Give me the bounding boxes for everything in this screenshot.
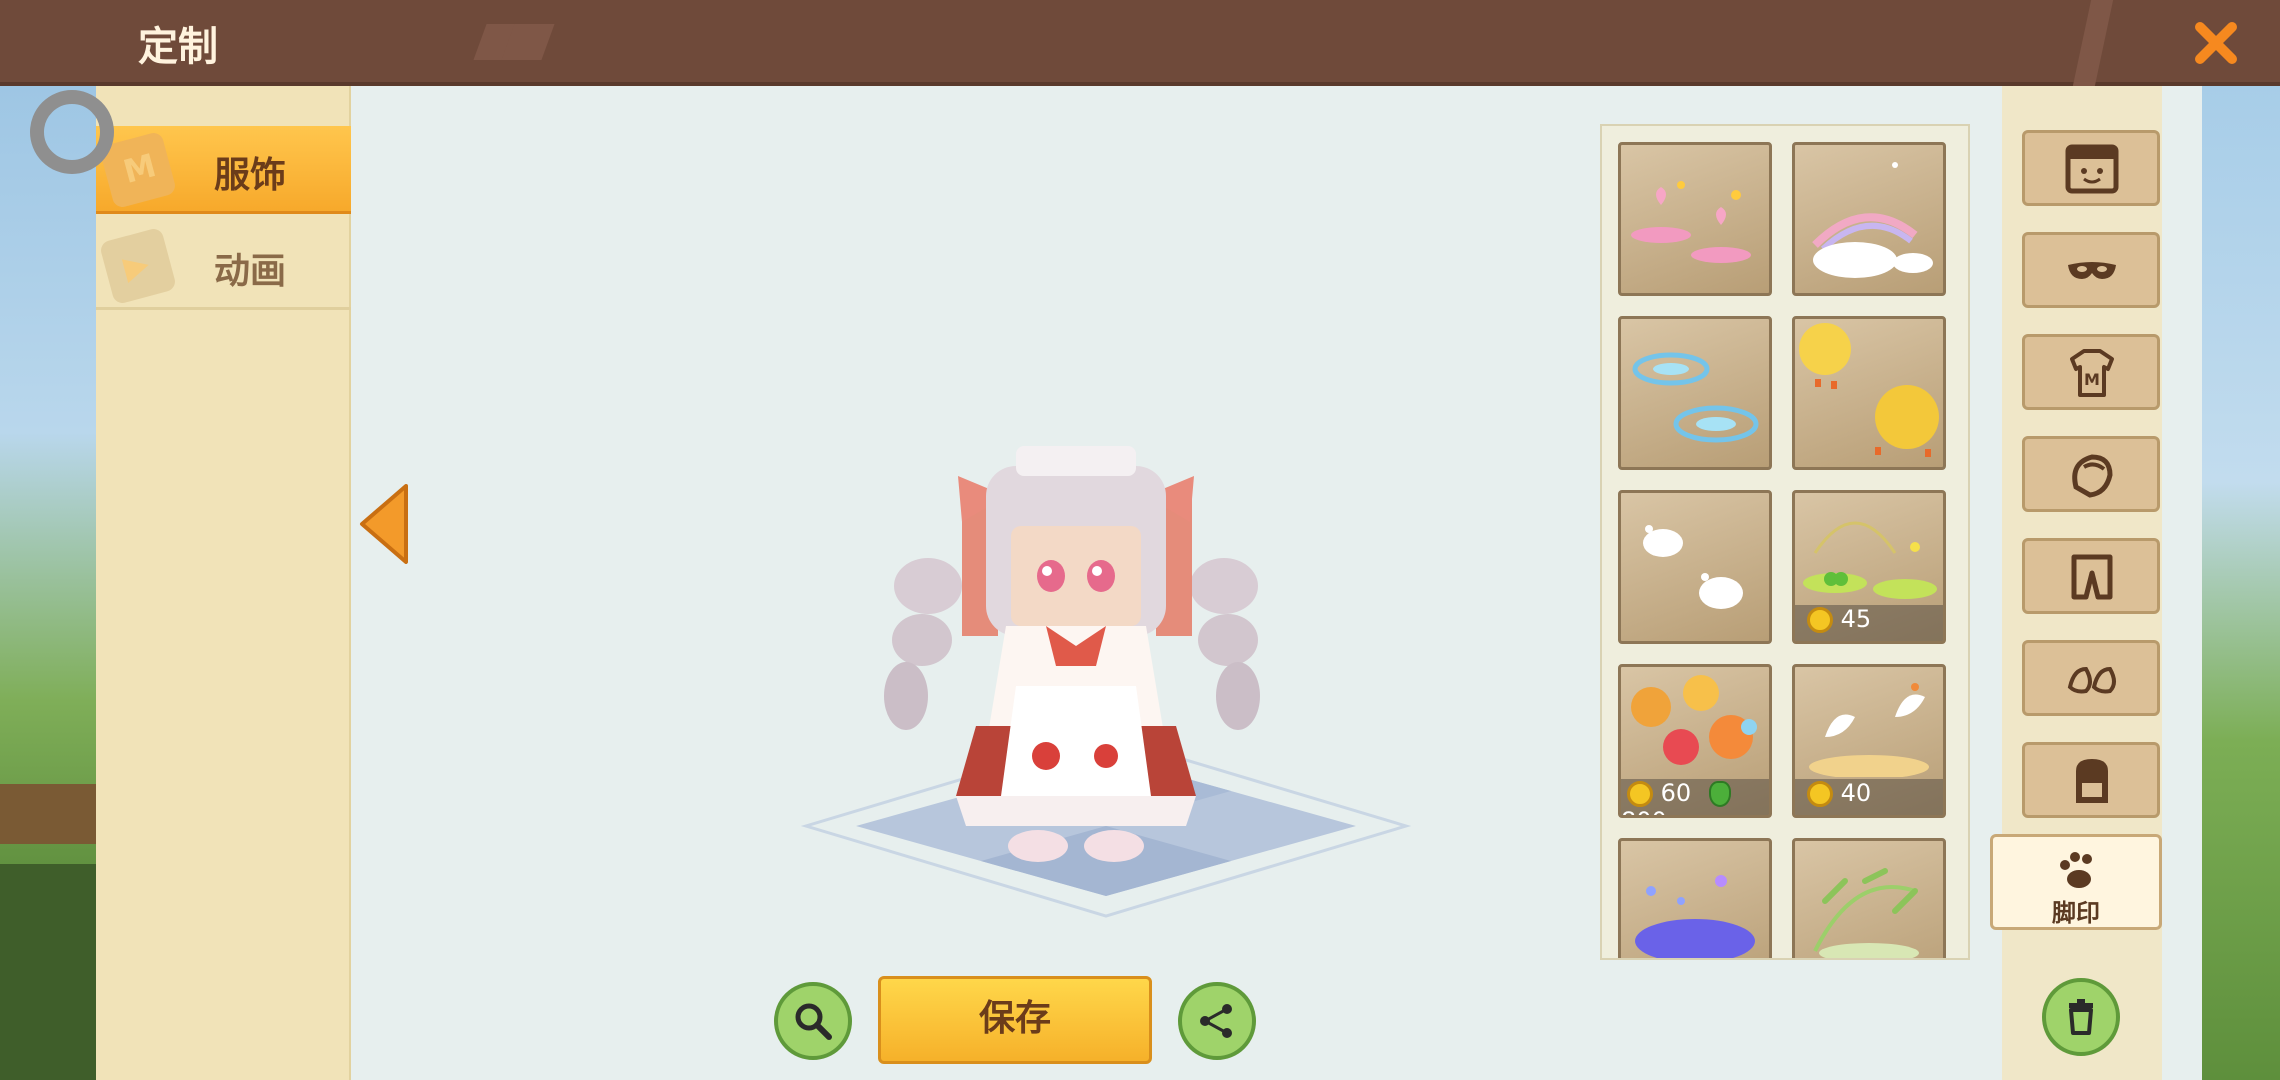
item-price: 60 800 bbox=[1621, 779, 1769, 815]
svg-text:M: M bbox=[2084, 370, 2100, 389]
trash-icon bbox=[2069, 999, 2093, 1035]
full-moon-icon bbox=[1799, 323, 1939, 457]
category-pants[interactable] bbox=[2022, 538, 2160, 614]
paw-icon bbox=[2060, 852, 2092, 888]
backpack-icon bbox=[2076, 759, 2108, 803]
pants-icon bbox=[2071, 554, 2113, 600]
background-world-right bbox=[2200, 84, 2280, 1080]
fireworks-icon bbox=[1631, 675, 1757, 765]
tab-clothing-label: 服饰 bbox=[214, 155, 287, 196]
left-triangle-icon[interactable] bbox=[358, 484, 410, 564]
item-cloud-rainbow[interactable] bbox=[1792, 142, 1946, 296]
coin-icon bbox=[1807, 781, 1833, 807]
footprints-icon bbox=[1643, 525, 1743, 609]
item-hearts[interactable] bbox=[1618, 142, 1772, 296]
mask-icon bbox=[2068, 262, 2116, 279]
magnifier-icon bbox=[795, 1003, 832, 1040]
gem-price: 800 bbox=[1621, 807, 1667, 815]
clover-icon bbox=[1803, 521, 1937, 599]
item-footprints[interactable] bbox=[1618, 490, 1772, 644]
item-fireworks[interactable]: 60 800 bbox=[1618, 664, 1772, 818]
tab-animation-label: 动画 bbox=[214, 251, 287, 292]
customize-panel: M 服饰 ▶ 动画 45 60 40 M 脚印 保存 bbox=[96, 86, 2202, 1080]
category-glove[interactable] bbox=[2022, 436, 2160, 512]
tab-clothing[interactable]: M 服饰 bbox=[96, 126, 351, 214]
item-moon[interactable] bbox=[1792, 316, 1946, 470]
hearts-effect-icon bbox=[1631, 181, 1751, 263]
coin-icon bbox=[1807, 607, 1833, 633]
shoes-icon bbox=[2067, 666, 2116, 694]
category-shirt[interactable]: M bbox=[2022, 334, 2160, 410]
category-footprint[interactable]: 脚印 bbox=[1990, 834, 2162, 930]
item-price: 40 bbox=[1795, 779, 1943, 815]
header-bar: 定制 bbox=[0, 0, 2280, 86]
wings-icon bbox=[1809, 683, 1929, 779]
sidebar: M 服饰 ▶ 动画 bbox=[96, 86, 351, 1080]
item-blue-rings[interactable] bbox=[1618, 316, 1772, 470]
delete-button[interactable] bbox=[2042, 978, 2120, 1056]
gem-icon bbox=[1708, 781, 1731, 807]
water-rings-icon bbox=[1632, 352, 1759, 443]
category-column: M 脚印 bbox=[1990, 86, 2162, 1080]
coin-price: 40 bbox=[1840, 779, 1872, 807]
coin-icon bbox=[1627, 781, 1653, 807]
character-preview[interactable] bbox=[866, 426, 1286, 906]
item-bamboo[interactable] bbox=[1792, 838, 1946, 958]
share-icon bbox=[1200, 1004, 1232, 1038]
zoom-button[interactable] bbox=[774, 982, 852, 1060]
background-world-left bbox=[0, 84, 96, 1080]
bamboo-icon bbox=[1813, 868, 1919, 958]
tab-animation[interactable]: ▶ 动画 bbox=[96, 222, 351, 310]
floating-ring-button[interactable] bbox=[30, 90, 114, 174]
category-face[interactable] bbox=[2022, 130, 2160, 206]
item-grid: 45 60 800 bbox=[1600, 124, 1970, 960]
play-icon: ▶ bbox=[98, 226, 178, 306]
coin-price: 45 bbox=[1840, 605, 1872, 633]
page-title: 定制 bbox=[138, 24, 218, 70]
item-sparkle-pool[interactable] bbox=[1618, 838, 1772, 958]
shirt-icon: M bbox=[2070, 349, 2114, 397]
category-footprint-label: 脚印 bbox=[2052, 899, 2100, 927]
sparkle-pool-icon bbox=[1635, 875, 1755, 958]
category-mask[interactable] bbox=[2022, 232, 2160, 308]
category-shoes[interactable] bbox=[2022, 640, 2160, 716]
category-backpack[interactable] bbox=[2022, 742, 2160, 818]
glove-icon bbox=[2072, 454, 2113, 498]
share-button[interactable] bbox=[1178, 982, 1256, 1060]
item-clover[interactable]: 45 bbox=[1792, 490, 1946, 644]
item-price: 45 bbox=[1795, 605, 1943, 641]
coin-price: 60 bbox=[1660, 779, 1692, 807]
item-wings[interactable]: 40 bbox=[1792, 664, 1946, 818]
close-icon bbox=[2195, 22, 2237, 64]
face-icon bbox=[2065, 144, 2119, 194]
close-button[interactable] bbox=[2072, 0, 2280, 86]
save-button[interactable]: 保存 bbox=[878, 976, 1152, 1064]
cloud-rainbow-icon bbox=[1812, 162, 1933, 278]
